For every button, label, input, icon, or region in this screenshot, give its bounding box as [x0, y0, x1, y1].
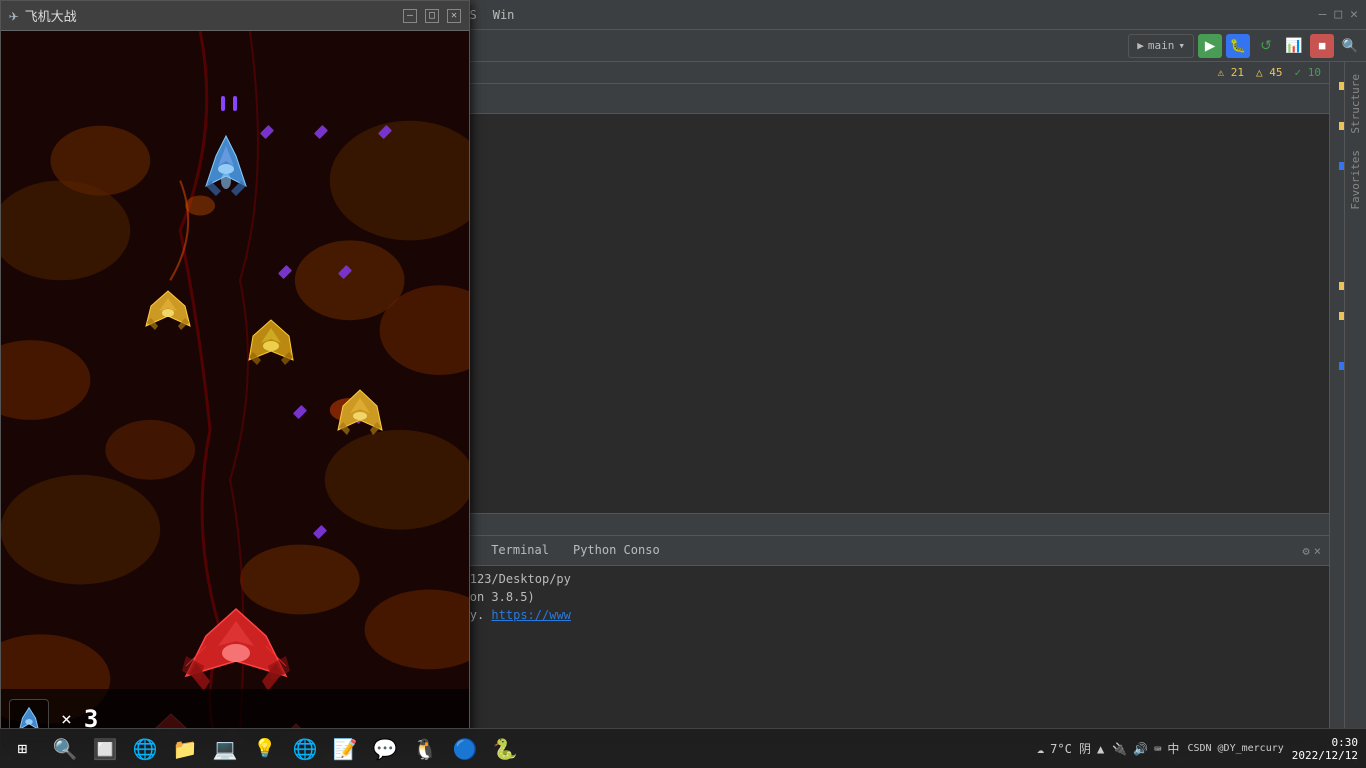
game-icon: ✈: [9, 6, 19, 25]
structure-tab[interactable]: Structure: [1347, 70, 1364, 138]
run-close-icon[interactable]: ×: [1314, 544, 1321, 558]
run-tab-terminal-label: Terminal: [491, 543, 549, 557]
wx-taskbar-icon: 💬: [373, 737, 398, 761]
boss-ship: [176, 601, 296, 701]
menu-right: — □ ✕: [1319, 7, 1366, 22]
run-tab-python-console[interactable]: Python Conso: [561, 536, 672, 566]
taskbar-computer-btn[interactable]: 💻: [205, 729, 245, 768]
run-tab-python-console-label: Python Conso: [573, 543, 660, 557]
computer-taskbar-icon: 💻: [213, 737, 238, 761]
menu-win[interactable]: Win: [485, 0, 523, 30]
gutter-marker-1: [1339, 82, 1344, 90]
qq-taskbar-icon: 🐧: [413, 737, 438, 761]
taskbar-idea-btn[interactable]: 💡: [245, 729, 285, 768]
run-output-link[interactable]: https://www: [491, 608, 570, 622]
coverage-button[interactable]: 📊: [1282, 34, 1306, 58]
search-taskbar-icon: 🔍: [53, 737, 78, 761]
vs-taskbar-icon: 🔵: [453, 737, 478, 761]
close-app-btn[interactable]: ✕: [1350, 7, 1358, 22]
python-taskbar-icon: 🐍: [493, 737, 518, 761]
game-minimize-btn[interactable]: —: [403, 9, 417, 23]
csdn-label: CSDN @DY_mercury: [1187, 743, 1283, 754]
taskbar-sys-tray: ☁ 7°C 阴 ▲: [1037, 740, 1104, 757]
taskbar: ⊞ 🔍 🔲 🌐 📁 💻 💡 🌐 📝 💬 🐧: [0, 728, 1366, 768]
warning-count: ⚠ 21: [1218, 66, 1245, 79]
lang-label: 中: [1167, 740, 1179, 757]
favorites-tab[interactable]: Favorites: [1347, 146, 1364, 214]
time-display: 0:30: [1292, 736, 1358, 749]
taskbar-qq-btn[interactable]: 🐧: [405, 729, 445, 768]
wps-taskbar-icon: 📝: [333, 737, 358, 761]
triangle-count: △ 45: [1256, 66, 1283, 79]
run-button[interactable]: ▶: [1198, 34, 1222, 58]
run-settings-icon[interactable]: ⚙: [1303, 544, 1310, 558]
enemy-ship-1: [141, 286, 196, 331]
gutter-marker-6: [1339, 362, 1344, 370]
toolbar-right: ▶ main ▾ ▶ 🐛 ↺ 📊 ■ 🔍: [1128, 34, 1362, 58]
explorer-taskbar-icon: 📁: [173, 737, 198, 761]
taskbar-clock: 0:30 2022/12/12: [1292, 736, 1358, 762]
player-ship: [196, 131, 256, 201]
taskbar-wps-btn[interactable]: 📝: [325, 729, 365, 768]
game-window: ✈ 飞机大战 — □ ✕ Score : 2500: [0, 0, 470, 750]
taskbar-python-btn[interactable]: 🐍: [485, 729, 525, 768]
game-maximize-btn[interactable]: □: [425, 9, 439, 23]
stop-button[interactable]: ■: [1310, 34, 1334, 58]
taskbar-explorer-btn[interactable]: 📁: [165, 729, 205, 768]
enemy-ship-2: [241, 316, 301, 366]
rerun-button[interactable]: ↺: [1254, 34, 1278, 58]
view-taskbar-icon: 🔲: [93, 737, 118, 761]
search-everywhere-button[interactable]: 🔍: [1338, 34, 1362, 58]
gutter-marker-2: [1339, 122, 1344, 130]
debug-button[interactable]: 🐛: [1226, 34, 1250, 58]
chrome-taskbar-icon: 🌐: [293, 737, 318, 761]
gutter-marker-3: [1339, 162, 1344, 170]
taskbar-info: CSDN @DY_mercury: [1187, 743, 1283, 754]
taskbar-vs-btn[interactable]: 🔵: [445, 729, 485, 768]
gutter-marker-4: [1339, 282, 1344, 290]
game-window-buttons: — □ ✕: [403, 9, 461, 23]
run-config-icon: ▶: [1137, 39, 1144, 52]
volume-icon: 🔊: [1133, 742, 1148, 756]
right-panel-tabs: Structure Favorites: [1344, 62, 1366, 745]
right-gutter: [1329, 62, 1344, 745]
run-config-dropdown-icon: ▾: [1178, 39, 1185, 52]
taskbar-right: ☁ 7°C 阴 ▲ 🔌 🔊 ⌨ 中 CSDN @DY_mercury 0:30 …: [1037, 736, 1366, 762]
gutter-marker-5: [1339, 312, 1344, 320]
taskbar-search-btn[interactable]: 🔍: [45, 729, 85, 768]
run-config-selector[interactable]: ▶ main ▾: [1128, 34, 1194, 58]
windows-icon: ⊞: [18, 739, 28, 758]
date-display: 2022/12/12: [1292, 749, 1358, 762]
bullet-1: [221, 96, 225, 111]
taskbar-view-btn[interactable]: 🔲: [85, 729, 125, 768]
lives-x-label: ×: [61, 709, 72, 730]
taskbar-edge-btn[interactable]: 🌐: [125, 729, 165, 768]
cloud-icon: ☁: [1037, 742, 1044, 756]
game-titlebar: ✈ 飞机大战 — □ ✕: [1, 1, 469, 31]
start-button[interactable]: ⊞: [0, 729, 45, 768]
network-icon: 🔌: [1112, 742, 1127, 756]
game-title: 飞机大战: [25, 6, 403, 25]
idea-taskbar-icon: 💡: [254, 738, 276, 759]
game-canvas: Score : 2500: [1, 31, 469, 749]
edge-taskbar-icon: 🌐: [133, 737, 158, 761]
run-config-name: main: [1148, 39, 1175, 52]
arrow-icon: ▲: [1097, 742, 1104, 756]
minimize-app-btn[interactable]: —: [1319, 7, 1327, 22]
check-count: ✓ 10: [1295, 66, 1322, 79]
maximize-app-btn[interactable]: □: [1334, 7, 1342, 22]
taskbar-sys-icons: 🔌 🔊 ⌨ 中: [1112, 740, 1179, 757]
enemy-ship-3: [331, 386, 389, 436]
taskbar-wx-btn[interactable]: 💬: [365, 729, 405, 768]
run-tab-right: ⚙ ×: [1303, 544, 1321, 558]
game-close-btn[interactable]: ✕: [447, 9, 461, 23]
run-tab-terminal[interactable]: Terminal: [479, 536, 561, 566]
weather-label: 7°C 阴: [1050, 740, 1091, 757]
keyboard-icon: ⌨: [1154, 742, 1161, 756]
taskbar-icons: 🔍 🔲 🌐 📁 💻 💡 🌐 📝 💬 🐧 🔵: [45, 729, 525, 768]
taskbar-chrome-btn[interactable]: 🌐: [285, 729, 325, 768]
bullet-2: [233, 96, 237, 111]
